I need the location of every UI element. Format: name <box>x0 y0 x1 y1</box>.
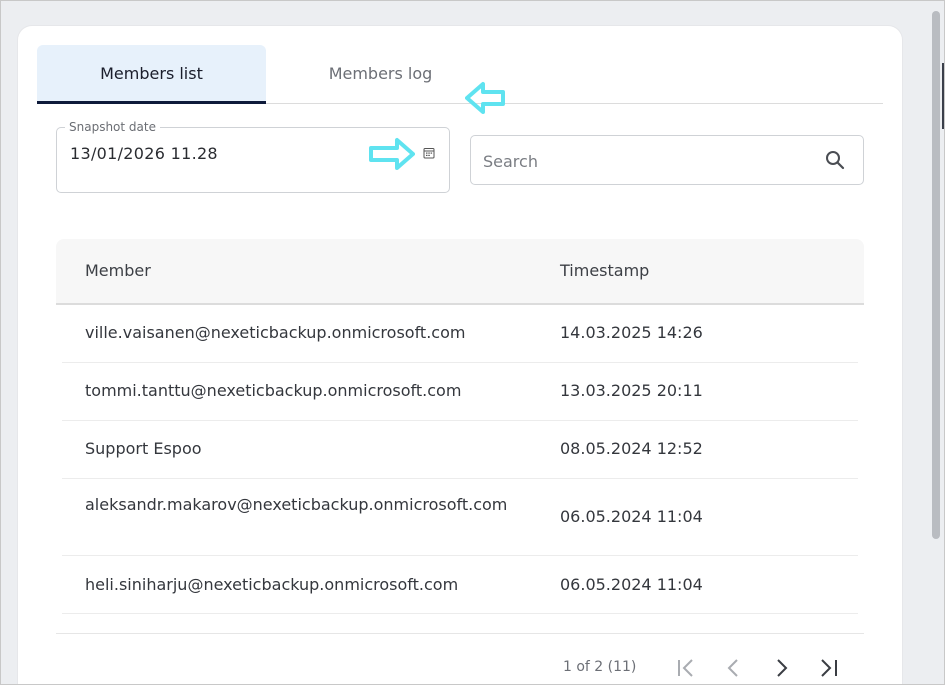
members-card: Members list Members log Snapshot date 1… <box>18 26 902 684</box>
table-row[interactable]: ville.vaisanen@nexeticbackup.onmicrosoft… <box>62 305 858 363</box>
snapshot-date-label: Snapshot date <box>65 120 160 134</box>
tab-members-log[interactable]: Members log <box>266 45 495 101</box>
timestamp-cell: 14.03.2025 14:26 <box>560 323 703 342</box>
timestamp-cell: 06.05.2024 11:04 <box>560 507 703 526</box>
snapshot-date-field[interactable]: Snapshot date 13/01/2026 11.28 <box>56 120 450 193</box>
browser-window: Members list Members log Snapshot date 1… <box>0 0 945 685</box>
member-cell: ville.vaisanen@nexeticbackup.onmicrosoft… <box>85 323 466 342</box>
annotation-arrow-left-icon <box>465 82 505 114</box>
member-cell: Support Espoo <box>85 439 202 458</box>
member-cell: heli.siniharju@nexeticbackup.onmicrosoft… <box>85 575 459 594</box>
member-cell: aleksandr.makarov@nexeticbackup.onmicros… <box>85 495 508 514</box>
table-footer-divider <box>56 633 864 634</box>
column-header-timestamp[interactable]: Timestamp <box>560 261 649 280</box>
column-header-member[interactable]: Member <box>85 261 151 280</box>
table-row[interactable]: Support Espoo 08.05.2024 12:52 <box>62 421 858 479</box>
pagination-info: 1 of 2 (11) <box>563 659 637 675</box>
search-input[interactable] <box>481 148 805 174</box>
search-box <box>470 135 864 185</box>
calendar-icon[interactable] <box>423 147 435 159</box>
members-table: Member Timestamp ville.vaisanen@nexeticb… <box>56 239 864 614</box>
snapshot-date-value[interactable]: 13/01/2026 11.28 <box>70 144 218 163</box>
table-row[interactable]: heli.siniharju@nexeticbackup.onmicrosoft… <box>62 556 858 614</box>
timestamp-cell: 06.05.2024 11:04 <box>560 575 703 594</box>
timestamp-cell: 08.05.2024 12:52 <box>560 439 703 458</box>
table-row[interactable]: aleksandr.makarov@nexeticbackup.onmicros… <box>62 479 858 556</box>
chevron-right-icon[interactable] <box>769 655 795 681</box>
tab-members-list[interactable]: Members list <box>37 45 266 104</box>
tab-bar: Members list Members log <box>37 45 883 114</box>
scrollbar-thumb[interactable] <box>932 11 940 539</box>
first-page-icon[interactable] <box>673 655 699 681</box>
chevron-left-icon[interactable] <box>721 655 747 681</box>
member-cell: tommi.tanttu@nexeticbackup.onmicrosoft.c… <box>85 381 462 400</box>
table-row[interactable]: tommi.tanttu@nexeticbackup.onmicrosoft.c… <box>62 363 858 421</box>
tab-members-log-label: Members log <box>328 63 433 83</box>
last-page-icon[interactable] <box>816 655 842 681</box>
tab-members-list-label: Members list <box>100 63 203 83</box>
timestamp-cell: 13.03.2025 20:11 <box>560 381 703 400</box>
table-header: Member Timestamp <box>56 239 864 305</box>
annotation-arrow-right-icon <box>369 138 415 170</box>
search-icon[interactable] <box>824 149 846 171</box>
